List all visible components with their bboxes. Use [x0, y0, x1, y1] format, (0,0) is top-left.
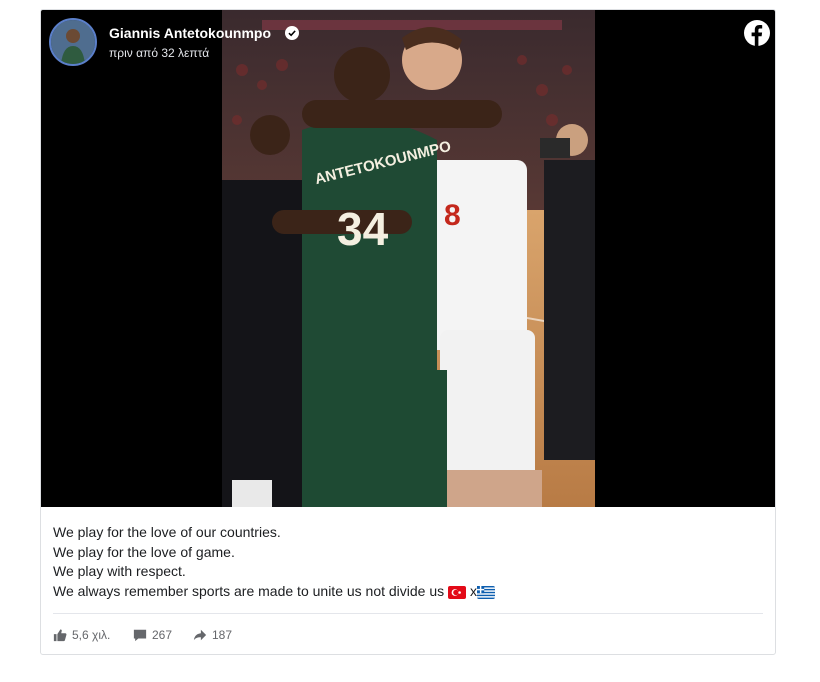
turkey-flag-icon [448, 585, 467, 599]
comment-stat[interactable]: 267 [133, 625, 172, 645]
post-line-1: We play for the love of our countries. [53, 524, 281, 540]
post-photo[interactable]: 8 ANTETOKOUNMPO 34 [222, 10, 595, 507]
like-icon [53, 629, 67, 642]
post-line-3: We play with respect. [53, 563, 186, 579]
post-line-4-text: We always remember sports are made to un… [53, 582, 445, 599]
avatar[interactable] [49, 18, 97, 66]
like-stat[interactable]: 5,6 χιλ. [53, 625, 110, 645]
post-header: Giannis Antetokounmpo πριν από 32 λεπτά [49, 18, 749, 68]
share-icon [193, 629, 207, 641]
post-card: 8 ANTETOKOUNMPO 34 Giannis Antetokounmpo [40, 9, 776, 655]
post-media[interactable]: 8 ANTETOKOUNMPO 34 Giannis Antetokounmpo [41, 10, 775, 507]
author-name[interactable]: Giannis Antetokounmpo [109, 25, 271, 41]
stats-divider [53, 613, 763, 614]
facebook-logo-icon[interactable] [744, 20, 770, 46]
greece-flag-icon [476, 585, 495, 599]
svg-text:8: 8 [444, 199, 461, 232]
comment-count: 267 [152, 628, 173, 642]
post-line-2: We play for the love of game. [53, 543, 235, 560]
post-text: We play for the love of our countries. W… [53, 523, 753, 601]
post-timestamp[interactable]: πριν από 32 λεπτά [109, 46, 209, 60]
jersey-number: 34 [337, 203, 389, 255]
share-stat[interactable]: 187 [193, 625, 232, 645]
post-line-4: We always remember sports are made to un… [53, 582, 753, 602]
flag-separator: x [469, 582, 477, 599]
share-count: 187 [212, 628, 233, 642]
comment-icon [133, 629, 147, 642]
like-count: 5,6 χιλ. [72, 628, 111, 642]
verified-badge-icon [285, 26, 299, 40]
